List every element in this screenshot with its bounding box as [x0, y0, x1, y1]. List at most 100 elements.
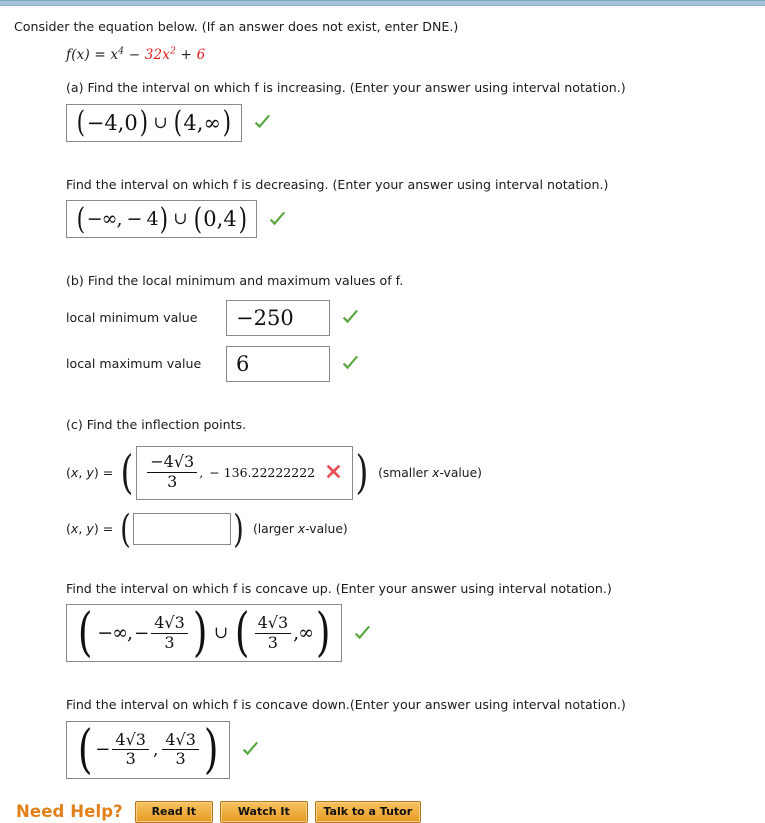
concave-up-answer-math: ( −∞, − 4√3 3 ) ∪ ( 4√3 3 ,∞ ) [77, 602, 331, 663]
part-a-interval-2: 4,∞ [183, 110, 221, 135]
close-paren-icon: ) [233, 506, 244, 551]
correct-check-icon [253, 113, 272, 132]
intro-text: Consider the equation below. (If an answ… [14, 19, 459, 34]
union-symbol: ∪ [173, 209, 188, 230]
part-c-label: (c) Find the inflection points. [66, 416, 765, 434]
fraction-numerator: 4√3 [112, 731, 149, 751]
equation-term-2: 32x [144, 47, 171, 63]
part-a2-interval-2: 0,4 [203, 207, 237, 232]
inflection-point-2-prefix: (x, y) = [66, 521, 114, 537]
correct-check-icon [341, 354, 360, 373]
part-a-answer-input[interactable]: ( −4,0 ) ∪ ( 4,∞ ) [66, 103, 242, 142]
part-a-label: (a) Find the interval on which f is incr… [66, 79, 765, 97]
equation-operator-2: + [176, 47, 197, 63]
close-paren-icon: ) [159, 201, 168, 237]
part-a-interval-1: −4,0 [86, 110, 138, 135]
local-minimum-row: local minimum value −250 [66, 299, 765, 336]
open-paren-icon: ( [120, 444, 134, 499]
concave-up-answer-row: ( −∞, − 4√3 3 ) ∪ ( 4√3 3 ,∞ ) [66, 602, 765, 663]
incorrect-cross-icon [325, 463, 344, 482]
correct-check-icon [341, 308, 360, 327]
close-paren-icon: ) [139, 105, 148, 141]
part-b-label: (b) Find the local minimum and maximum v… [66, 272, 765, 290]
close-paren-icon-2: ) [222, 105, 232, 141]
need-help-label: Need Help? [16, 802, 123, 822]
inflection-point-2-input[interactable] [133, 512, 232, 545]
equation-term-3: 6 [196, 47, 206, 63]
part-b-label-text: (b) Find the local minimum and maximum v… [66, 273, 404, 289]
open-paren-icon-2: ( [193, 201, 202, 237]
correct-check-icon [353, 624, 372, 643]
close-paren-icon: ) [192, 602, 208, 663]
concave-up-answer-input[interactable]: ( −∞, − 4√3 3 ) ∪ ( 4√3 3 ,∞ ) [66, 602, 343, 663]
local-maximum-value: 6 [236, 351, 250, 376]
equation-operator-1: − [124, 47, 145, 63]
fraction-denominator: 3 [125, 749, 136, 769]
fraction-numerator-2: 4√3 [162, 731, 199, 751]
part-a-label-text: (a) Find the interval on which f is incr… [66, 80, 626, 95]
part-a2-interval-1: −∞, − 4 [86, 208, 159, 231]
part-a2-answer-math: ( −∞, − 4 ) ∪ ( 0,4 ) [75, 201, 248, 237]
inflection-point-2-note: (larger x-value) [252, 521, 348, 536]
x-fraction-denominator: 3 [167, 472, 178, 491]
concave-down-answer-math: ( − 4√3 3 , 4√3 3 ) [77, 719, 219, 780]
negative-infinity-label: −∞, [97, 622, 133, 645]
union-symbol: ∪ [214, 623, 229, 644]
inflection-point-1-math: −4√3 3 , − 136.22222222 [145, 453, 316, 491]
correct-check-icon [268, 210, 287, 229]
concave-up-label: Find the interval on which f is concave … [66, 580, 765, 598]
part-c-label-text: (c) Find the inflection points. [66, 416, 247, 432]
read-it-button[interactable]: Read It [134, 800, 213, 823]
close-paren-icon: ) [203, 719, 219, 780]
inflection-point-1-prefix: (x, y) = [66, 465, 114, 480]
union-symbol: ∪ [153, 112, 168, 133]
fraction-denominator-2: 3 [175, 749, 186, 769]
fraction-denominator-2: 3 [267, 632, 278, 652]
inflection-point-2-row: (x, y) = ( ) (larger x-value) [66, 506, 765, 551]
open-paren-icon: ( [77, 719, 93, 780]
equation-display: f(x) = x4 − 32x2 + 6 [66, 47, 765, 63]
part-a2-label-text: Find the interval on which f is decreasi… [66, 176, 609, 192]
need-help-section: Need Help? Read It Watch It Talk to a Tu… [16, 800, 765, 823]
inflection-point-1-row: (x, y) = ( −4√3 3 , − 136.22222222 ) (sm… [66, 444, 765, 500]
concave-up-label-text: Find the interval on which f is concave … [66, 580, 612, 596]
inflection-point-1-y-value: − 136.22222222 [209, 465, 316, 480]
open-paren-icon: ( [76, 105, 86, 141]
x-fraction-numerator: −4√3 [147, 453, 198, 473]
local-minimum-input[interactable]: −250 [226, 299, 330, 336]
local-minimum-label: local minimum value [66, 310, 198, 326]
local-maximum-input[interactable]: 6 [226, 345, 330, 382]
positive-infinity-label: ,∞ [293, 622, 314, 645]
concave-down-label-text: Find the interval on which f is concave … [66, 697, 626, 713]
fraction-numerator-2: 4√3 [254, 614, 292, 634]
fraction-numerator: 4√3 [151, 614, 188, 634]
concave-down-answer-input[interactable]: ( − 4√3 3 , 4√3 3 ) [66, 719, 231, 780]
inflection-point-1-input[interactable]: −4√3 3 , − 136.22222222 [136, 445, 354, 500]
inflection-point-1-note: (smaller x-value) [378, 465, 482, 480]
concave-down-fraction-1: 4√3 3 [112, 731, 149, 769]
local-minimum-value: −250 [236, 305, 294, 330]
close-paren-icon: ) [355, 444, 369, 499]
concave-down-fraction-2: 4√3 3 [162, 731, 199, 769]
fraction-denominator: 3 [164, 632, 175, 652]
watch-it-button[interactable]: Watch It [219, 800, 308, 823]
concave-up-fraction-2: 4√3 3 [254, 614, 292, 652]
close-paren-icon-2: ) [238, 201, 247, 237]
open-paren-icon: ( [76, 201, 86, 237]
concave-up-fraction-1: 4√3 3 [151, 614, 188, 652]
x-fraction: −4√3 3 [147, 453, 198, 491]
local-maximum-label: local maximum value [66, 356, 202, 372]
local-maximum-row: local maximum value 6 [66, 345, 765, 382]
question-page: Consider the equation below. (If an answ… [0, 6, 765, 823]
open-paren-icon-2: ( [173, 105, 182, 141]
part-a-answer-row: ( −4,0 ) ∪ ( 4,∞ ) [66, 103, 765, 142]
open-paren-icon: ( [120, 506, 132, 551]
correct-check-icon [241, 740, 260, 759]
open-paren-icon: ( [77, 602, 93, 663]
equation-lhs: f(x) = [66, 47, 111, 63]
open-paren-icon-2: ( [235, 602, 250, 663]
talk-to-a-tutor-button[interactable]: Talk to a Tutor [314, 800, 421, 823]
concave-down-answer-row: ( − 4√3 3 , 4√3 3 ) [66, 719, 765, 780]
part-a-answer-math: ( −4,0 ) ∪ ( 4,∞ ) [75, 105, 233, 141]
part-a2-answer-input[interactable]: ( −∞, − 4 ) ∪ ( 0,4 ) [66, 200, 258, 239]
